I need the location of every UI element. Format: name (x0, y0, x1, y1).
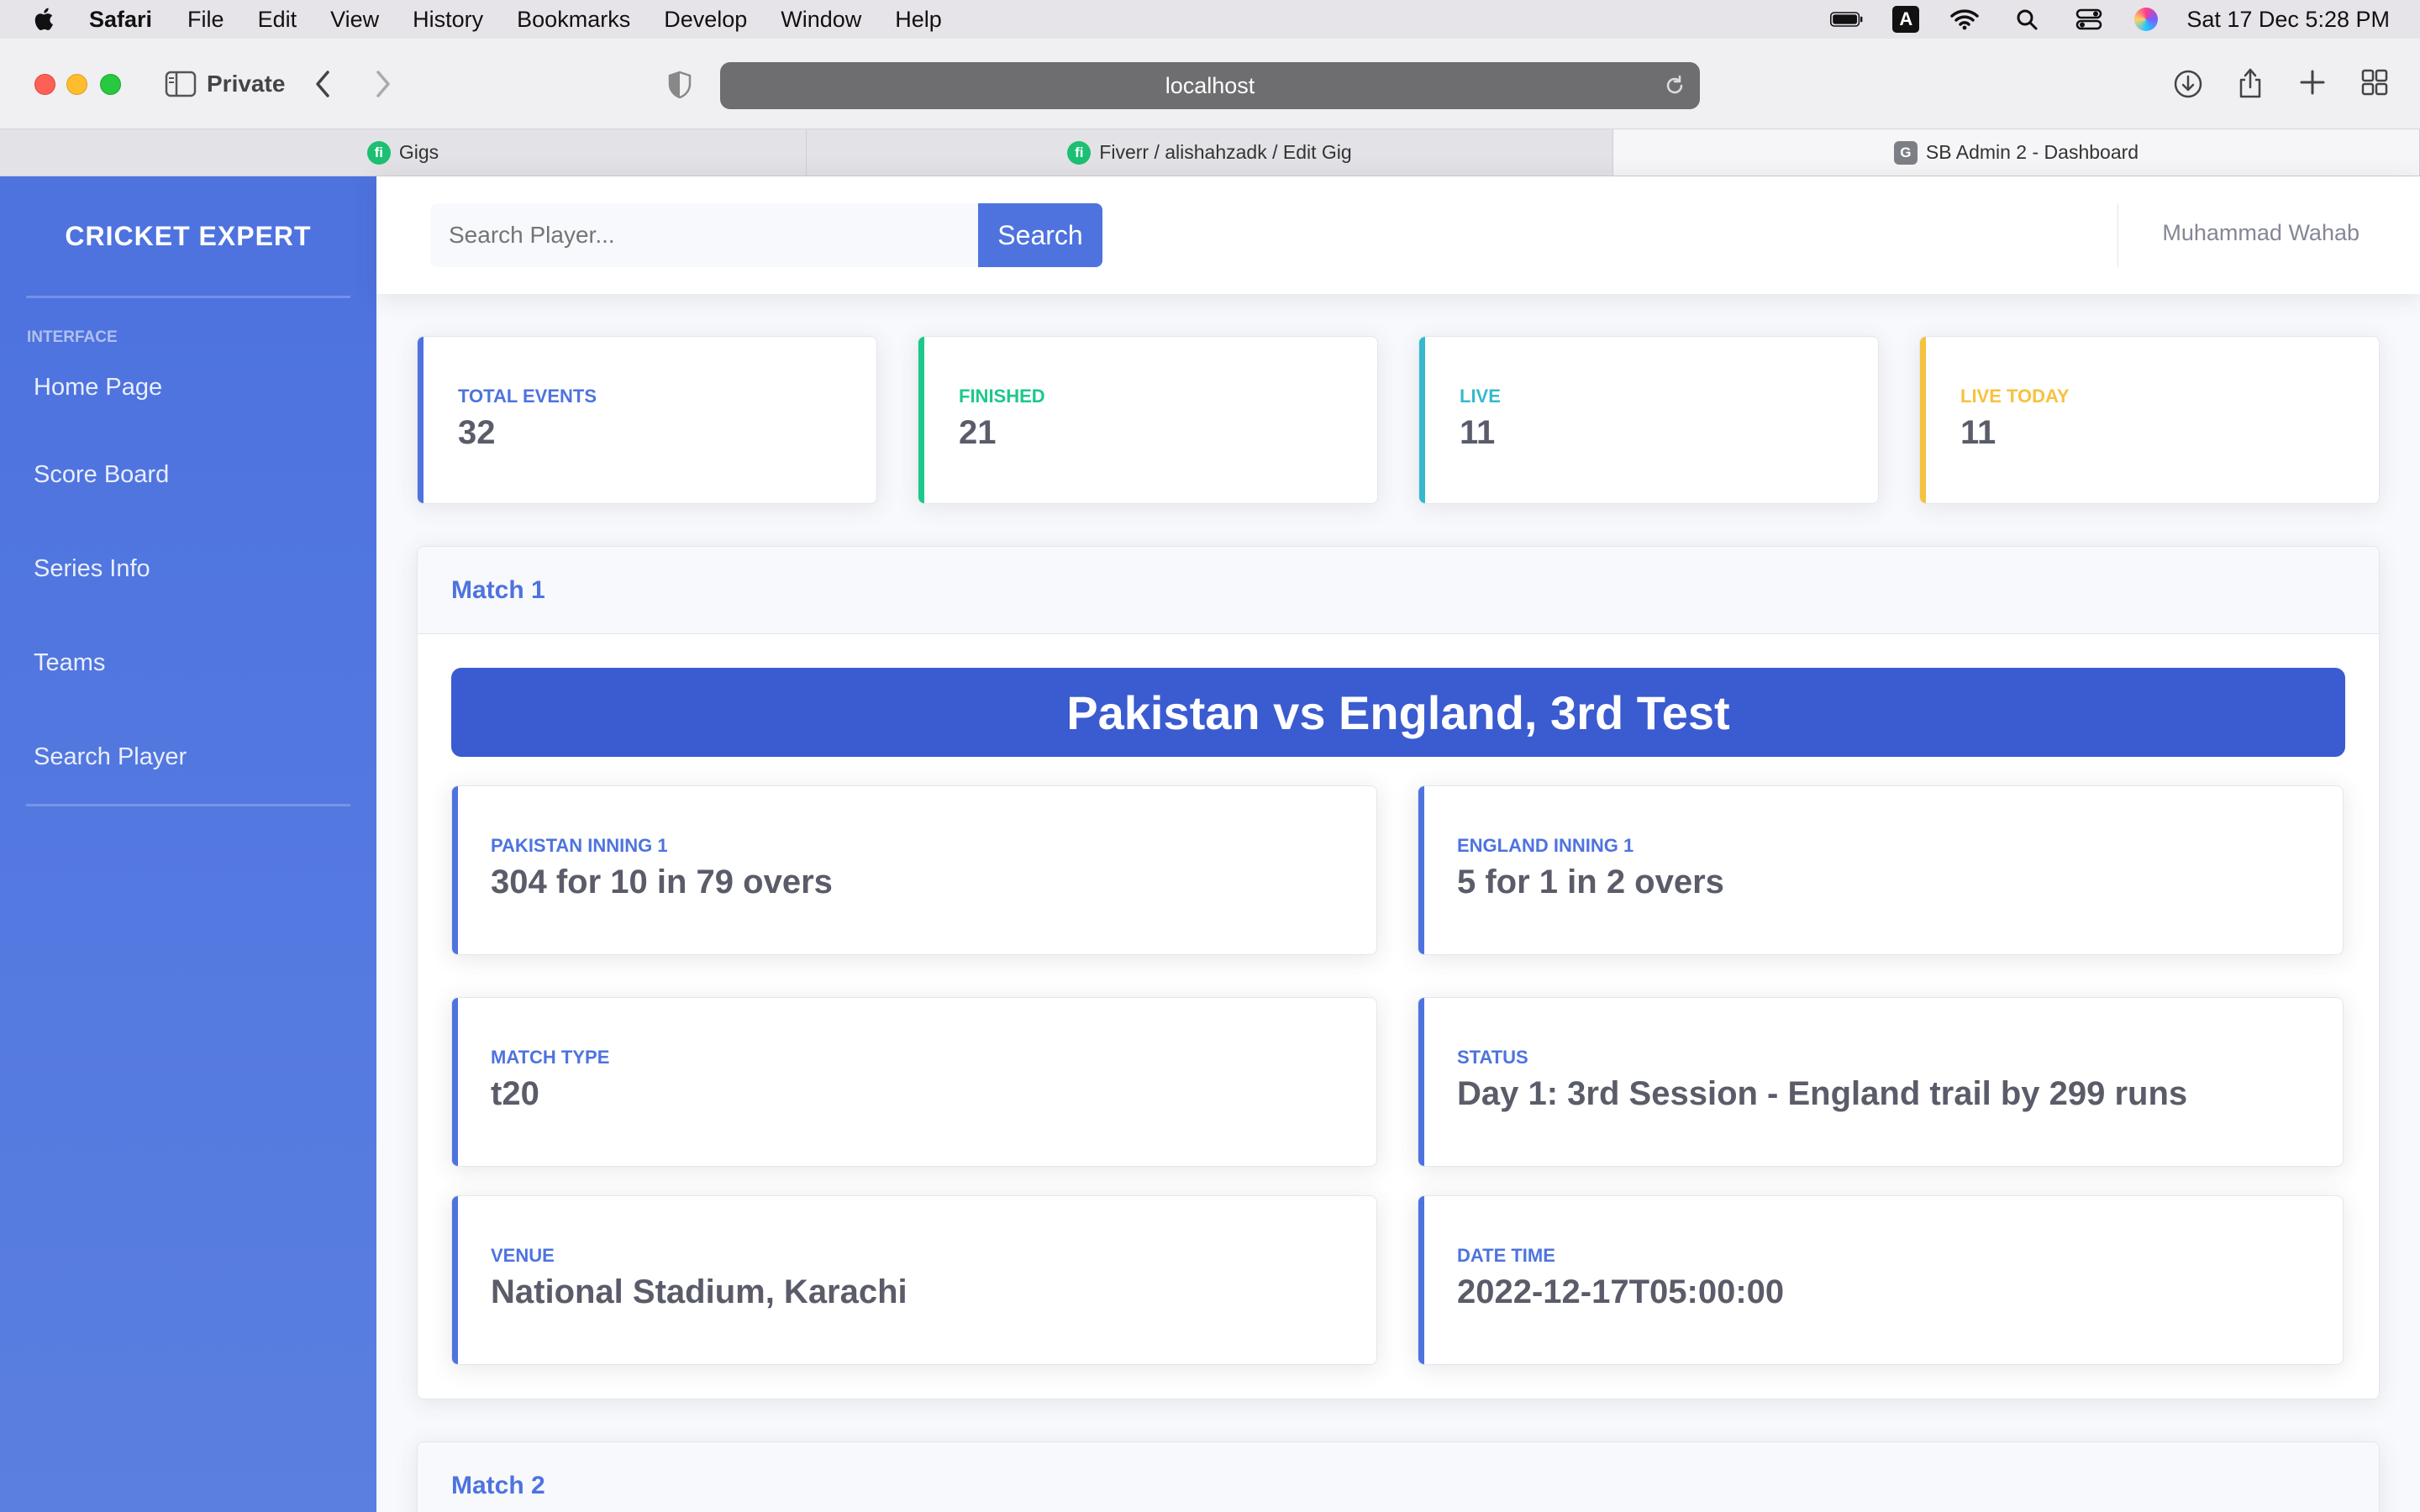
tab-overview-icon[interactable] (2361, 69, 2388, 96)
user-name[interactable]: Muhammad Wahab (2162, 220, 2360, 246)
sidebar-item-teams[interactable]: Teams (0, 616, 376, 710)
sidebar-item-search-player[interactable]: Search Player (0, 710, 376, 804)
match-header: Match 2 (418, 1442, 2379, 1512)
menu-window[interactable]: Window (781, 7, 861, 33)
main-content: TOTAL EVENTS 32 FINISHED 21 LIVE 11 LIVE… (376, 294, 2420, 1512)
tab-label: SB Admin 2 - Dashboard (1925, 141, 2139, 163)
menu-bookmarks[interactable]: Bookmarks (517, 7, 630, 33)
battery-icon[interactable] (1830, 7, 1864, 32)
reload-icon[interactable] (1663, 74, 1686, 103)
fullscreen-window-button[interactable] (100, 74, 121, 95)
sidebar-item-home-page[interactable]: Home Page (0, 347, 376, 428)
sidebar-toggle-icon[interactable] (165, 71, 197, 97)
address-bar[interactable]: localhost (720, 62, 1700, 109)
info-card-date-time: DATE TIME 2022-12-17T05:00:00 (1418, 1195, 2344, 1365)
macos-menu-bar: Safari File Edit View History Bookmarks … (0, 0, 2420, 39)
info-value: National Stadium, Karachi (491, 1273, 908, 1310)
info-card-match-type: MATCH TYPE t20 (451, 997, 1377, 1167)
stat-value: 11 (1960, 414, 1996, 451)
tab-bar: fi Gigs fi Fiverr / alishahzadk / Edit G… (0, 129, 2420, 176)
fiverr-favicon-icon: fi (366, 140, 391, 165)
apple-logo-icon[interactable] (30, 5, 59, 34)
info-label: ENGLAND INNING 1 (1457, 835, 1634, 856)
info-value: Day 1: 3rd Session - England trail by 29… (1457, 1075, 2188, 1112)
new-tab-icon[interactable] (2299, 69, 2326, 96)
menu-history[interactable]: History (413, 7, 483, 33)
info-value: 304 for 10 in 79 overs (491, 864, 833, 900)
stat-card-live: LIVE 11 (1418, 336, 1879, 504)
stat-label: LIVE (1460, 386, 1501, 407)
menu-view[interactable]: View (330, 7, 379, 33)
sidebar-divider (26, 804, 350, 806)
stat-card-total-events: TOTAL EVENTS 32 (417, 336, 877, 504)
browser-toolbar: Private localhost (0, 39, 2420, 129)
g-favicon-icon: G (1893, 140, 1918, 165)
input-source-icon[interactable]: A (1892, 6, 1920, 33)
info-value: 2022-12-17T05:00:00 (1457, 1273, 1785, 1310)
info-card-venue: VENUE National Stadium, Karachi (451, 1195, 1377, 1365)
topbar: Search Muhammad Wahab (376, 176, 2420, 294)
info-label: DATE TIME (1457, 1245, 1555, 1266)
stat-card-live-today: LIVE TODAY 11 (1919, 336, 2380, 504)
tab-label: Fiverr / alishahzadk / Edit Gig (1099, 141, 1352, 163)
info-card-pakistan-inning: PAKISTAN INNING 1 304 for 10 in 79 overs (451, 785, 1377, 955)
sidebar-item-series-info[interactable]: Series Info (0, 522, 376, 616)
sidebar: CRICKET EXPERT INTERFACE Home Page Score… (0, 176, 376, 1512)
downloads-icon[interactable] (2173, 69, 2203, 99)
close-window-button[interactable] (34, 74, 55, 95)
stat-value: 11 (1460, 414, 1496, 451)
sidebar-heading: INTERFACE (27, 328, 118, 346)
info-value: t20 (491, 1075, 539, 1112)
sidebar-item-score-board[interactable]: Score Board (0, 428, 376, 522)
siri-icon[interactable] (2134, 8, 2159, 31)
menu-develop[interactable]: Develop (664, 7, 747, 33)
tab-sb-admin-dashboard[interactable]: G SB Admin 2 - Dashboard (1613, 129, 2420, 176)
control-center-icon[interactable] (2072, 7, 2106, 32)
wifi-icon[interactable] (1948, 7, 1981, 32)
menu-file[interactable]: File (187, 7, 224, 33)
stat-value: 32 (458, 414, 496, 451)
private-mode-label: Private (207, 71, 286, 97)
forward-icon[interactable] (373, 69, 393, 99)
info-label: STATUS (1457, 1047, 1528, 1068)
match-title: Pakistan vs England, 3rd Test (451, 668, 2345, 757)
info-label: PAKISTAN INNING 1 (491, 835, 668, 856)
url-text: localhost (1165, 72, 1255, 98)
share-icon[interactable] (2237, 66, 2264, 99)
menu-app-name[interactable]: Safari (89, 7, 152, 33)
stat-card-finished: FINISHED 21 (918, 336, 1378, 504)
menu-help[interactable]: Help (895, 7, 942, 33)
tab-label: Gigs (398, 141, 439, 163)
match-card: Match 2 (417, 1441, 2380, 1512)
info-card-status: STATUS Day 1: 3rd Session - England trai… (1418, 997, 2344, 1167)
privacy-shield-icon[interactable] (667, 71, 692, 99)
info-label: MATCH TYPE (491, 1047, 610, 1068)
info-value: 5 for 1 in 2 overs (1457, 864, 1724, 900)
fiverr-favicon-icon: fi (1067, 140, 1092, 165)
match-card: Match 1 Pakistan vs England, 3rd Test PA… (417, 546, 2380, 1399)
search-button[interactable]: Search (978, 203, 1102, 267)
tab-fiverr-edit-gig[interactable]: fi Fiverr / alishahzadk / Edit Gig (807, 129, 1613, 176)
back-icon[interactable] (313, 69, 333, 99)
info-label: VENUE (491, 1245, 555, 1266)
stat-label: TOTAL EVENTS (458, 386, 597, 407)
stat-value: 21 (959, 414, 997, 451)
info-card-england-inning: ENGLAND INNING 1 5 for 1 in 2 overs (1418, 785, 2344, 955)
menubar-datetime[interactable]: Sat 17 Dec 5:28 PM (2186, 7, 2390, 33)
match-header: Match 1 (418, 547, 2379, 634)
minimize-window-button[interactable] (66, 74, 87, 95)
tab-gigs[interactable]: fi Gigs (0, 129, 807, 176)
sidebar-brand[interactable]: CRICKET EXPERT (0, 176, 376, 296)
stat-label: LIVE TODAY (1960, 386, 2070, 407)
spotlight-search-icon[interactable] (2010, 7, 2044, 32)
stat-label: FINISHED (959, 386, 1045, 407)
menu-edit[interactable]: Edit (258, 7, 297, 33)
search-player-input[interactable] (430, 203, 980, 267)
